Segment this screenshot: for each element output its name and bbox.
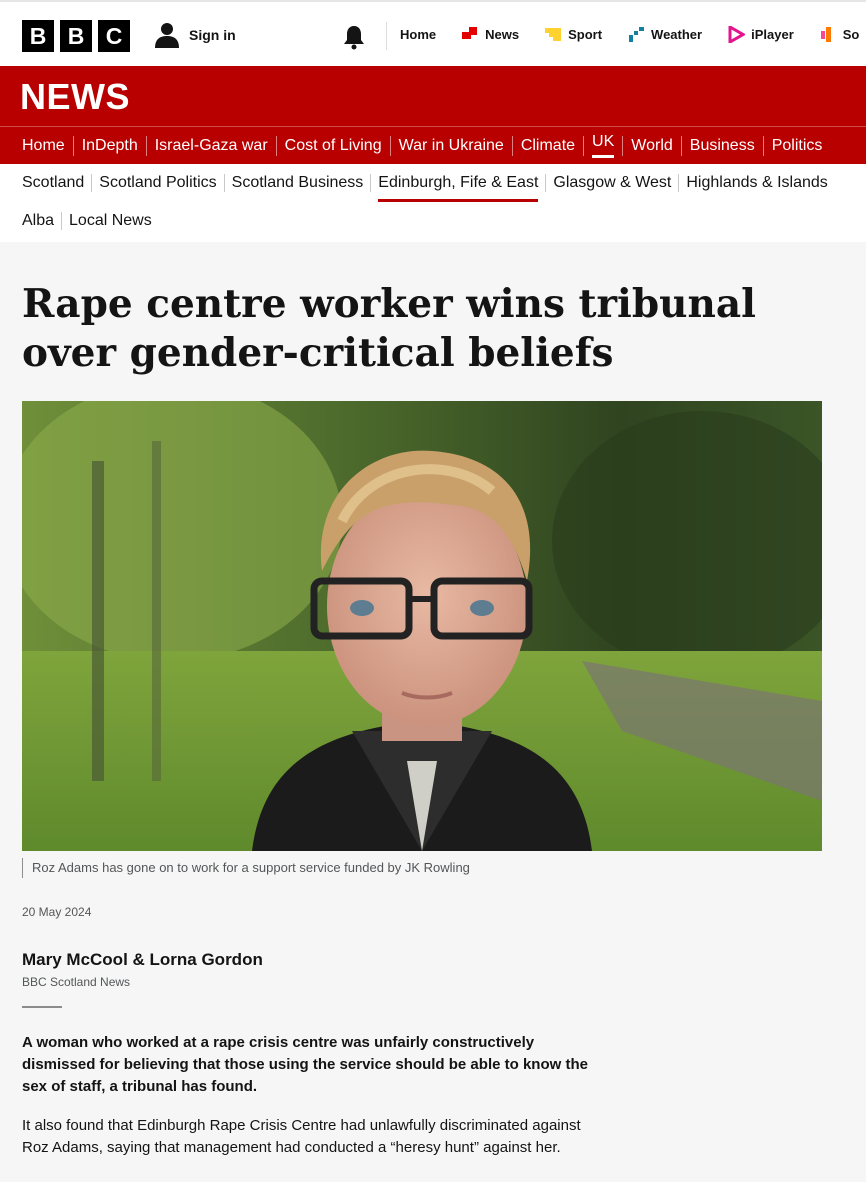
sub-nav-label: Edinburgh, Fife & East bbox=[378, 174, 539, 202]
section-nav-item[interactable]: Climate bbox=[504, 127, 575, 164]
notifications-bell-icon[interactable] bbox=[341, 24, 367, 50]
sub-nav-item[interactable]: Glasgow & West bbox=[553, 164, 686, 202]
article-hero-photo bbox=[22, 401, 822, 851]
news-logo[interactable]: NEWS bbox=[20, 76, 130, 118]
sub-nav-item-active[interactable]: Edinburgh, Fife & East bbox=[378, 164, 553, 202]
global-nav-news[interactable]: News bbox=[462, 26, 519, 43]
section-nav-item[interactable]: Cost of Living bbox=[268, 127, 382, 164]
sub-nav-item[interactable]: Alba bbox=[22, 202, 69, 240]
section-nav-label: InDepth bbox=[81, 136, 138, 154]
author-byline: Mary McCool & Lorna Gordon bbox=[22, 950, 263, 969]
sub-nav-label: Scotland Business bbox=[231, 174, 364, 191]
sign-in-link[interactable]: Sign in bbox=[155, 22, 236, 48]
weather-icon bbox=[629, 27, 645, 42]
section-nav-item-active[interactable]: UK bbox=[575, 127, 615, 164]
sport-icon bbox=[545, 28, 562, 41]
portrait-photo bbox=[22, 401, 822, 851]
section-nav-label: UK bbox=[592, 133, 615, 158]
global-nav-iplayer[interactable]: iPlayer bbox=[728, 26, 794, 43]
global-nav-label: News bbox=[485, 27, 520, 42]
divider bbox=[386, 22, 387, 50]
sub-nav-label: Highlands & Islands bbox=[686, 174, 828, 191]
section-nav-label: Climate bbox=[520, 136, 576, 154]
global-nav-label: Sport bbox=[568, 27, 603, 42]
sounds-icon bbox=[820, 27, 831, 42]
sub-nav-label: Glasgow & West bbox=[553, 174, 672, 191]
section-nav-item[interactable]: World bbox=[614, 127, 673, 164]
sub-nav-label: Scotland Politics bbox=[99, 174, 217, 191]
section-nav-item[interactable]: Home bbox=[22, 127, 65, 164]
global-nav-label: iPlayer bbox=[751, 27, 794, 42]
article-paragraph: It also found that Edinburgh Rape Crisis… bbox=[22, 1117, 581, 1156]
logo-letter: C bbox=[98, 20, 130, 52]
byline-divider bbox=[22, 1006, 62, 1008]
global-nav-label: So bbox=[842, 27, 860, 42]
sub-nav-item[interactable]: Highlands & Islands bbox=[686, 164, 827, 202]
bbc-logo[interactable]: B B C bbox=[22, 20, 130, 52]
sub-nav-label: Alba bbox=[22, 212, 55, 229]
global-nav-sport[interactable]: Sport bbox=[545, 26, 602, 43]
news-icon bbox=[462, 27, 478, 39]
global-nav-weather[interactable]: Weather bbox=[628, 26, 702, 43]
publish-date: 20 May 2024 bbox=[22, 905, 92, 919]
section-nav-label: Israel-Gaza war bbox=[154, 136, 268, 154]
sub-nav-item[interactable]: Scotland Business bbox=[232, 164, 379, 202]
author-organisation: BBC Scotland News bbox=[22, 975, 131, 989]
logo-letter: B bbox=[22, 20, 54, 52]
section-nav-label: Cost of Living bbox=[284, 136, 382, 154]
sub-nav-label: Scotland bbox=[22, 174, 85, 191]
global-nav: Home News Sport Weather iPlayer So bbox=[400, 26, 866, 43]
user-icon bbox=[155, 23, 179, 48]
news-banner: NEWS bbox=[0, 66, 866, 126]
section-nav-label: Politics bbox=[771, 136, 823, 154]
sign-in-label: Sign in bbox=[189, 27, 236, 43]
article-headline: Rape centre worker wins tribunal over ge… bbox=[22, 281, 756, 376]
image-caption: Roz Adams has gone on to work for a supp… bbox=[22, 858, 470, 878]
sub-nav-label: Local News bbox=[69, 212, 152, 229]
section-nav-item[interactable]: Politics bbox=[755, 127, 823, 164]
iplayer-icon bbox=[728, 26, 746, 43]
section-nav-label: Home bbox=[22, 136, 65, 154]
section-nav-item[interactable]: Israel-Gaza war bbox=[138, 127, 268, 164]
global-nav-home[interactable]: Home bbox=[400, 26, 436, 43]
article-intro: A woman who worked at a rape crisis cent… bbox=[22, 1034, 588, 1095]
section-nav-label: Business bbox=[689, 136, 755, 154]
sub-nav-item[interactable]: Scotland bbox=[22, 164, 99, 202]
sub-nav-item[interactable]: Scotland Politics bbox=[99, 164, 231, 202]
global-nav-label: Home bbox=[400, 27, 437, 42]
section-nav-label: World bbox=[631, 136, 673, 154]
section-nav-label: War in Ukraine bbox=[398, 136, 504, 154]
global-nav-label: Weather bbox=[651, 27, 703, 42]
section-nav-item[interactable]: War in Ukraine bbox=[382, 127, 504, 164]
global-header: B B C Sign in Home News Sport Weather iP… bbox=[0, 0, 866, 66]
section-nav-item[interactable]: InDepth bbox=[65, 127, 138, 164]
sub-nav: Scotland Scotland Politics Scotland Busi… bbox=[0, 164, 866, 242]
section-nav: Home InDepth Israel-Gaza war Cost of Liv… bbox=[0, 126, 866, 164]
logo-letter: B bbox=[60, 20, 92, 52]
global-nav-sounds[interactable]: So bbox=[820, 26, 860, 43]
section-nav-item[interactable]: Business bbox=[673, 127, 755, 164]
sub-nav-item[interactable]: Local News bbox=[69, 202, 152, 240]
